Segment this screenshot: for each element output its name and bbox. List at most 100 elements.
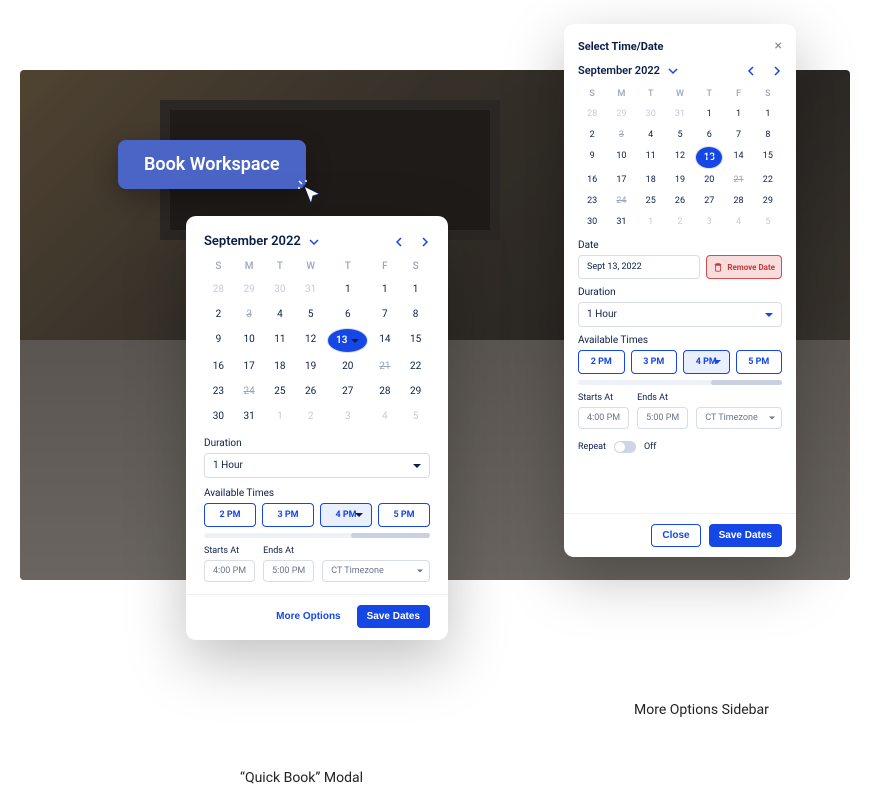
time-chip[interactable]: 3 PM [262, 503, 314, 527]
calendar-day[interactable]: 29 [607, 104, 635, 124]
time-chip[interactable]: 2 PM [204, 503, 256, 527]
calendar-day[interactable]: 30 [204, 405, 233, 428]
calendar-day[interactable]: 21 [370, 355, 399, 378]
calendar-day[interactable]: 10 [607, 146, 635, 169]
prev-month-button[interactable] [394, 237, 404, 247]
prev-month-button[interactable] [746, 66, 756, 76]
calendar-day[interactable]: 25 [637, 191, 665, 211]
calendar-day[interactable]: 7 [370, 303, 399, 326]
calendar-day[interactable]: 4 [370, 405, 399, 428]
calendar-day[interactable]: 31 [607, 212, 635, 232]
calendar-day[interactable]: 17 [235, 355, 264, 378]
calendar-day[interactable]: 1 [327, 278, 368, 301]
calendar-day[interactable]: 22 [754, 170, 782, 190]
calendar-day[interactable]: 9 [204, 328, 233, 353]
book-workspace-button[interactable]: Book Workspace [118, 140, 306, 189]
calendar-day[interactable]: 29 [401, 380, 430, 403]
calendar-day[interactable]: 5 [401, 405, 430, 428]
calendar-day[interactable]: 14 [724, 146, 752, 169]
calendar-day[interactable]: 13 [327, 328, 368, 353]
calendar-day[interactable]: 7 [724, 125, 752, 145]
close-button[interactable]: Close [651, 524, 700, 547]
month-dropdown-icon[interactable] [309, 237, 319, 247]
calendar-day[interactable]: 27 [695, 191, 723, 211]
calendar-day[interactable]: 28 [578, 104, 606, 124]
calendar-day[interactable]: 4 [266, 303, 295, 326]
calendar-day[interactable]: 19 [296, 355, 325, 378]
calendar-day[interactable]: 19 [666, 170, 694, 190]
calendar-day[interactable]: 26 [296, 380, 325, 403]
calendar-day[interactable]: 23 [578, 191, 606, 211]
calendar-day[interactable]: 3 [695, 212, 723, 232]
calendar-day[interactable]: 6 [695, 125, 723, 145]
calendar-day[interactable]: 1 [724, 104, 752, 124]
calendar-day[interactable]: 28 [724, 191, 752, 211]
calendar-day[interactable]: 31 [666, 104, 694, 124]
close-icon[interactable]: × [775, 38, 782, 54]
date-input[interactable]: Sept 13, 2022 [578, 255, 700, 279]
calendar-day[interactable]: 5 [754, 212, 782, 232]
calendar-day[interactable]: 1 [695, 104, 723, 124]
repeat-toggle[interactable] [614, 441, 636, 453]
calendar-day[interactable]: 31 [296, 278, 325, 301]
calendar-day[interactable]: 10 [235, 328, 264, 353]
calendar-day[interactable]: 8 [401, 303, 430, 326]
time-chip[interactable]: 5 PM [378, 503, 430, 527]
calendar-day[interactable]: 5 [296, 303, 325, 326]
calendar-day[interactable]: 13 [695, 146, 723, 169]
next-month-button[interactable] [420, 237, 430, 247]
calendar-day[interactable]: 12 [296, 328, 325, 353]
calendar-day[interactable]: 1 [401, 278, 430, 301]
calendar-day[interactable]: 21 [724, 170, 752, 190]
more-options-button[interactable]: More Options [268, 605, 348, 628]
calendar-day[interactable]: 30 [637, 104, 665, 124]
calendar-day[interactable]: 1 [370, 278, 399, 301]
time-chip[interactable]: 2 PM [578, 350, 625, 374]
time-chip[interactable]: 3 PM [631, 350, 678, 374]
calendar-day[interactable]: 14 [370, 328, 399, 353]
calendar-day[interactable]: 2 [666, 212, 694, 232]
calendar-day[interactable]: 15 [401, 328, 430, 353]
calendar-day[interactable]: 30 [578, 212, 606, 232]
calendar-day[interactable]: 15 [754, 146, 782, 169]
calendar-day[interactable]: 1 [637, 212, 665, 232]
calendar-day[interactable]: 20 [327, 355, 368, 378]
calendar-day[interactable]: 24 [235, 380, 264, 403]
time-chip[interactable]: 4 PM [683, 350, 730, 374]
duration-select[interactable]: 1 Hour [204, 453, 430, 478]
calendar-day[interactable]: 1 [266, 405, 295, 428]
calendar-day[interactable]: 18 [266, 355, 295, 378]
calendar-day[interactable]: 2 [296, 405, 325, 428]
calendar-day[interactable]: 27 [327, 380, 368, 403]
duration-select[interactable]: 1 Hour [578, 302, 782, 327]
calendar-day[interactable]: 18 [637, 170, 665, 190]
save-dates-button[interactable]: Save Dates [709, 524, 782, 547]
calendar-day[interactable]: 9 [578, 146, 606, 169]
calendar-day[interactable]: 11 [266, 328, 295, 353]
calendar-day[interactable]: 16 [578, 170, 606, 190]
calendar-day[interactable]: 8 [754, 125, 782, 145]
calendar-day[interactable]: 1 [754, 104, 782, 124]
calendar-day[interactable]: 23 [204, 380, 233, 403]
calendar-day[interactable]: 26 [666, 191, 694, 211]
calendar-day[interactable]: 17 [607, 170, 635, 190]
time-chip[interactable]: 5 PM [736, 350, 783, 374]
calendar-day[interactable]: 25 [266, 380, 295, 403]
calendar-day[interactable]: 4 [724, 212, 752, 232]
calendar-day[interactable]: 20 [695, 170, 723, 190]
calendar-day[interactable]: 11 [637, 146, 665, 169]
calendar-day[interactable]: 2 [578, 125, 606, 145]
calendar-day[interactable]: 4 [637, 125, 665, 145]
calendar-day[interactable]: 28 [370, 380, 399, 403]
ends-at-input[interactable]: 5:00 PM [637, 407, 688, 429]
save-dates-button[interactable]: Save Dates [357, 605, 430, 628]
time-scroll[interactable] [578, 380, 782, 385]
calendar-day[interactable]: 3 [235, 303, 264, 326]
calendar-day[interactable]: 6 [327, 303, 368, 326]
calendar-day[interactable]: 29 [754, 191, 782, 211]
calendar-day[interactable]: 2 [204, 303, 233, 326]
calendar-day[interactable]: 12 [666, 146, 694, 169]
calendar-day[interactable]: 28 [204, 278, 233, 301]
calendar-day[interactable]: 22 [401, 355, 430, 378]
starts-at-input[interactable]: 4:00 PM [578, 407, 629, 429]
